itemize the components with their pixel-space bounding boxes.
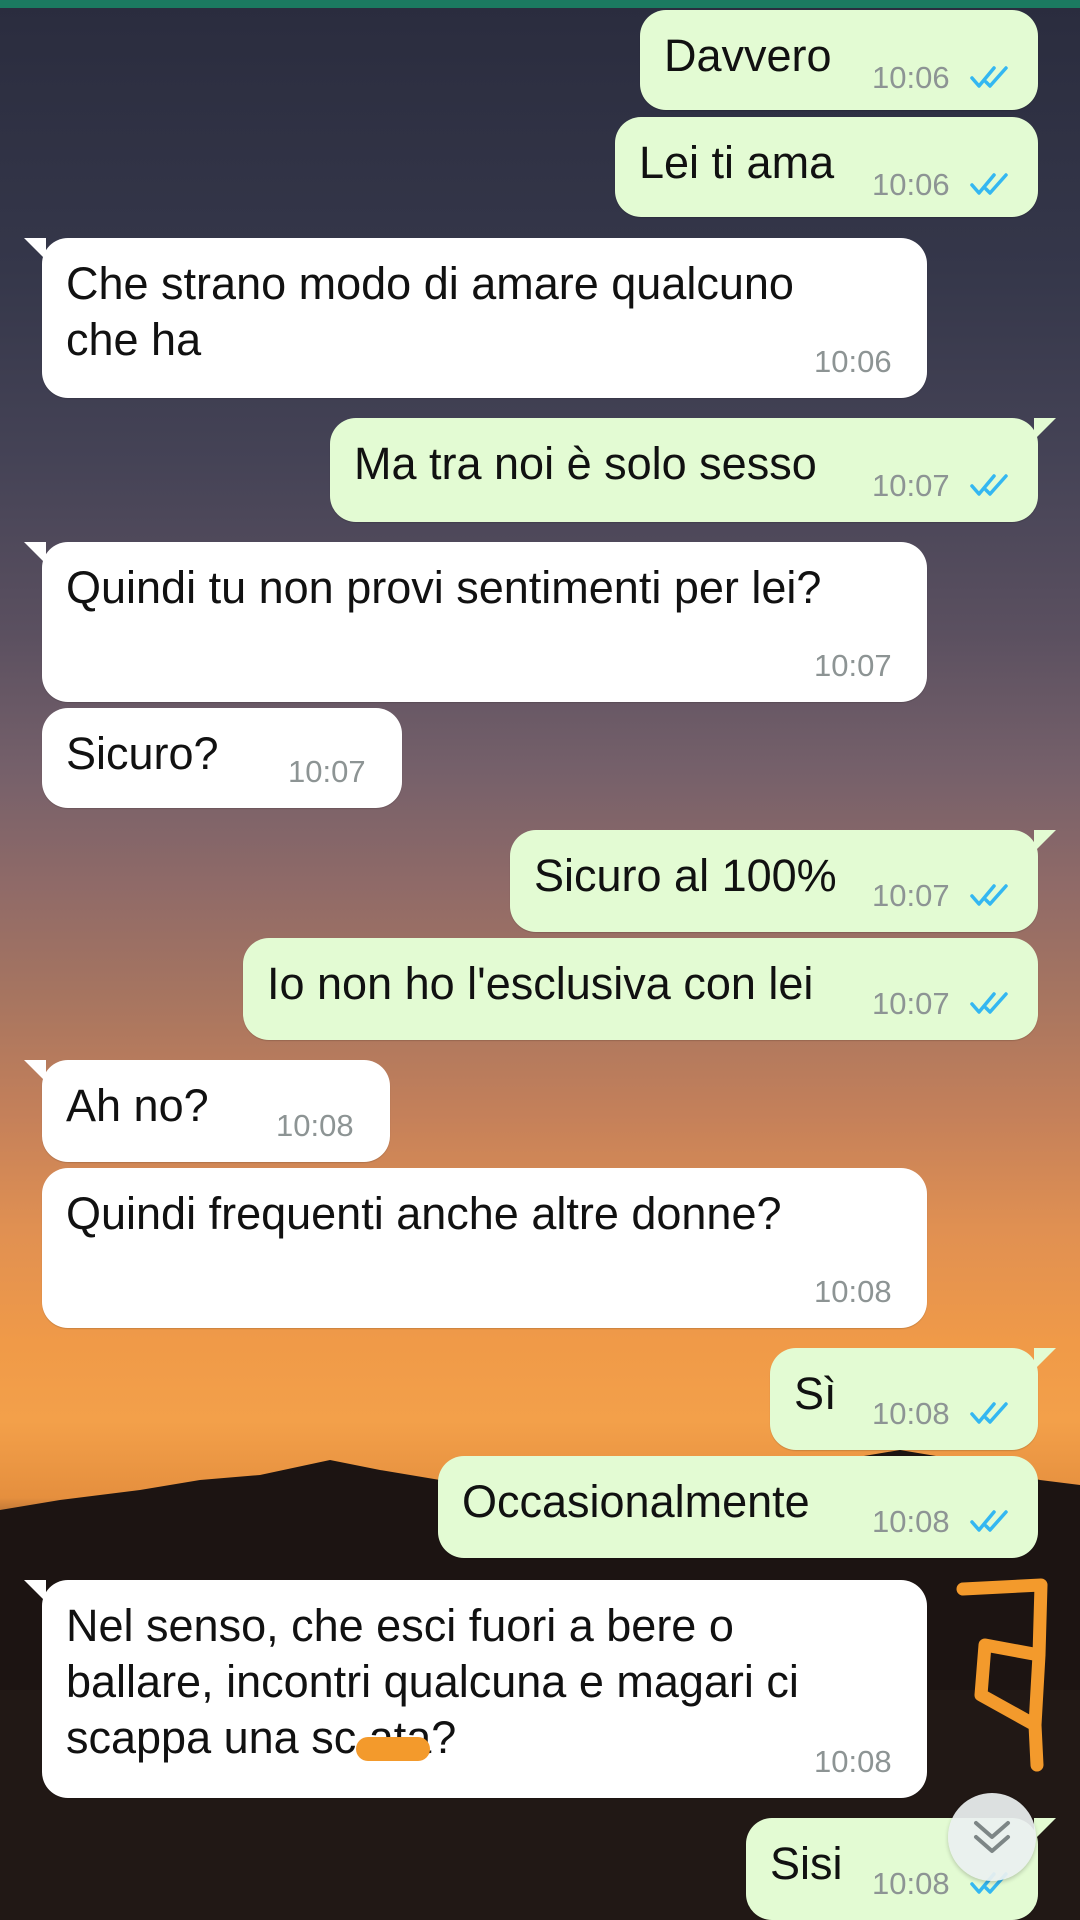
- double-check-icon: [970, 1402, 1008, 1424]
- message-time: 10:08: [872, 1396, 950, 1431]
- message-text: Quindi tu non provi sentimenti per lei?: [66, 562, 822, 613]
- double-check-icon: [970, 474, 1008, 496]
- message-text: Occasionalmente: [462, 1476, 810, 1527]
- message-bubble-outgoing[interactable]: Ma tra noi è solo sesso 10:07: [330, 418, 1056, 522]
- message-time: 10:08: [276, 1108, 354, 1143]
- message-time: 10:08: [872, 1866, 950, 1901]
- message-time: 10:08: [814, 1744, 892, 1779]
- message-time: 10:07: [814, 648, 892, 683]
- bubble-tail: [1034, 1818, 1056, 1840]
- message-text: Lei ti ama: [639, 137, 835, 188]
- message-bubble-outgoing[interactable]: Lei ti ama 10:06: [615, 117, 1038, 217]
- scroll-to-bottom-button[interactable]: [948, 1793, 1036, 1881]
- bubble-tail: [24, 1580, 46, 1602]
- message-bubble-incoming[interactable]: Quindi frequenti anche altre donne? 10:0…: [42, 1168, 927, 1328]
- message-bubble-incoming[interactable]: Nel senso, che esci fuori a bere o balla…: [24, 1580, 927, 1798]
- hand-drawn-annotation: [956, 1578, 1048, 1772]
- double-chevron-down-icon: [974, 1821, 1010, 1853]
- double-check-icon: [970, 992, 1008, 1014]
- bubble-tail: [1034, 1348, 1056, 1370]
- message-text: Davvero: [664, 30, 832, 81]
- bubble-tail: [1034, 418, 1056, 440]
- message-bubble-incoming[interactable]: Quindi tu non provi sentimenti per lei? …: [24, 542, 927, 702]
- message-time: 10:08: [872, 1504, 950, 1539]
- bubble-tail: [1034, 830, 1056, 852]
- bubble-tail: [24, 238, 46, 260]
- redaction-mark: [356, 1737, 430, 1761]
- message-time: 10:07: [872, 468, 950, 503]
- message-time: 10:07: [872, 986, 950, 1021]
- message-text: Sì: [794, 1368, 837, 1419]
- double-check-icon: [970, 173, 1008, 195]
- message-time: 10:06: [814, 344, 892, 379]
- message-text: Ma tra noi è solo sesso: [354, 438, 817, 489]
- message-text: Che strano modo di amare qualcuno che ha: [66, 258, 794, 365]
- message-bubble-outgoing[interactable]: Occasionalmente 10:08: [438, 1456, 1038, 1558]
- message-text: Ah no?: [66, 1080, 209, 1131]
- message-time: 10:07: [288, 754, 366, 789]
- message-bubble-outgoing[interactable]: Io non ho l'esclusiva con lei 10:07: [243, 938, 1038, 1040]
- double-check-icon: [970, 66, 1008, 88]
- message-time: 10:06: [872, 167, 950, 202]
- message-time: 10:07: [872, 878, 950, 913]
- message-text: Sicuro?: [66, 728, 219, 779]
- message-text: Sicuro al 100%: [534, 850, 837, 901]
- message-text: Sisi: [770, 1838, 843, 1889]
- message-bubble-incoming[interactable]: Sicuro? 10:07: [42, 708, 402, 808]
- message-text: Quindi frequenti anche altre donne?: [66, 1188, 782, 1239]
- message-time: 10:06: [872, 60, 950, 95]
- double-check-icon: [970, 884, 1008, 906]
- double-check-icon: [970, 1510, 1008, 1532]
- top-accent-bar: [0, 0, 1080, 8]
- message-bubble-incoming[interactable]: Ah no? 10:08: [24, 1060, 390, 1162]
- message-text: Nel senso, che esci fuori a bere o balla…: [66, 1600, 799, 1763]
- message-bubble-incoming[interactable]: Che strano modo di amare qualcuno che ha…: [24, 238, 927, 398]
- message-bubble-outgoing[interactable]: Sì 10:08: [770, 1348, 1056, 1450]
- message-time: 10:08: [814, 1274, 892, 1309]
- message-bubble-outgoing[interactable]: Sicuro al 100% 10:07: [510, 830, 1056, 932]
- message-bubble-outgoing[interactable]: Davvero 10:06: [640, 10, 1038, 110]
- message-text: Io non ho l'esclusiva con lei: [267, 958, 814, 1009]
- bubble-tail: [24, 542, 46, 564]
- bubble-tail: [24, 1060, 46, 1082]
